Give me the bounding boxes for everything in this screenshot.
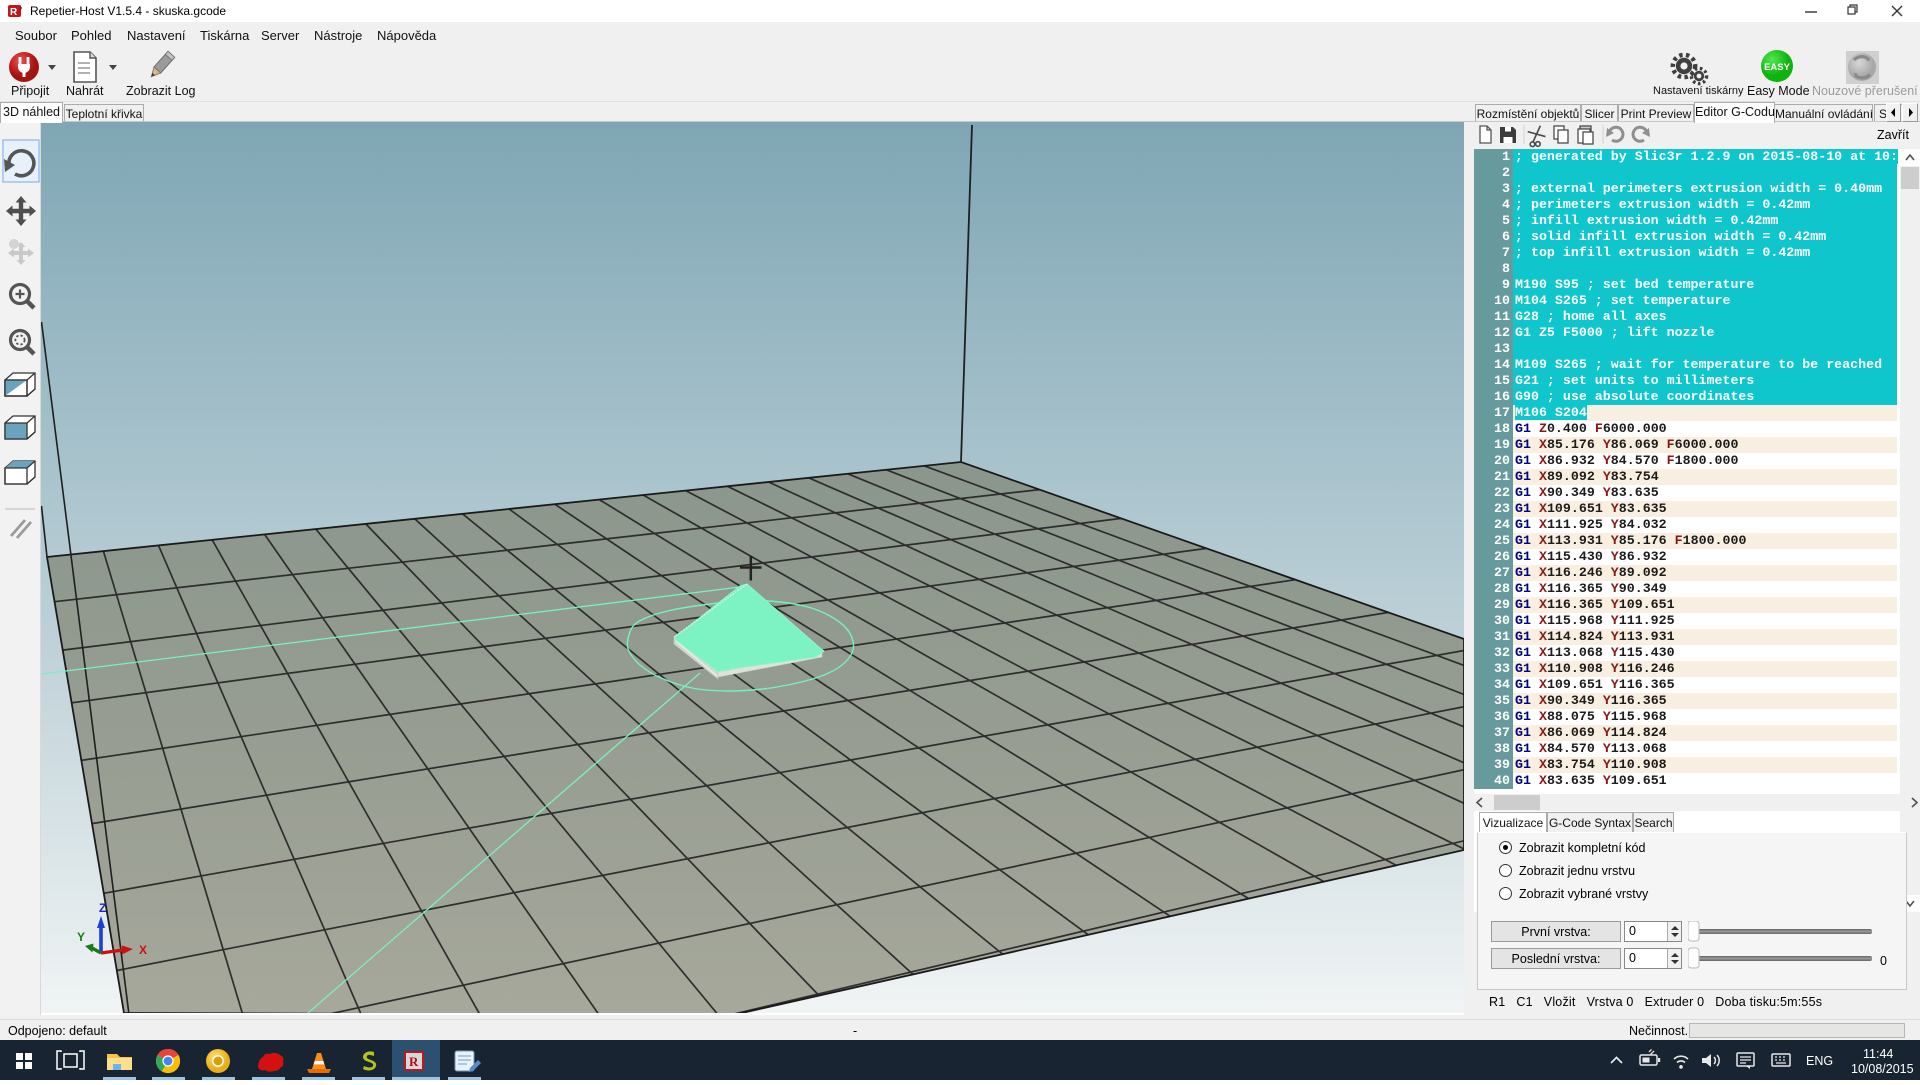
svg-text:Zavřít: Zavřít xyxy=(1877,128,1909,142)
svg-text:10/08/2015: 10/08/2015 xyxy=(1851,1062,1914,1076)
svg-text:R: R xyxy=(409,1054,419,1069)
svg-text:EASY: EASY xyxy=(1764,62,1791,73)
svg-text:ENG: ENG xyxy=(1806,1054,1833,1068)
svg-text:R: R xyxy=(10,7,18,18)
svg-text:11:44: 11:44 xyxy=(1863,1047,1893,1061)
svg-text:X: X xyxy=(139,943,147,957)
svg-text:Z: Z xyxy=(99,901,106,915)
svg-text:0: 0 xyxy=(1880,954,1887,968)
svg-text:Y: Y xyxy=(77,930,85,944)
